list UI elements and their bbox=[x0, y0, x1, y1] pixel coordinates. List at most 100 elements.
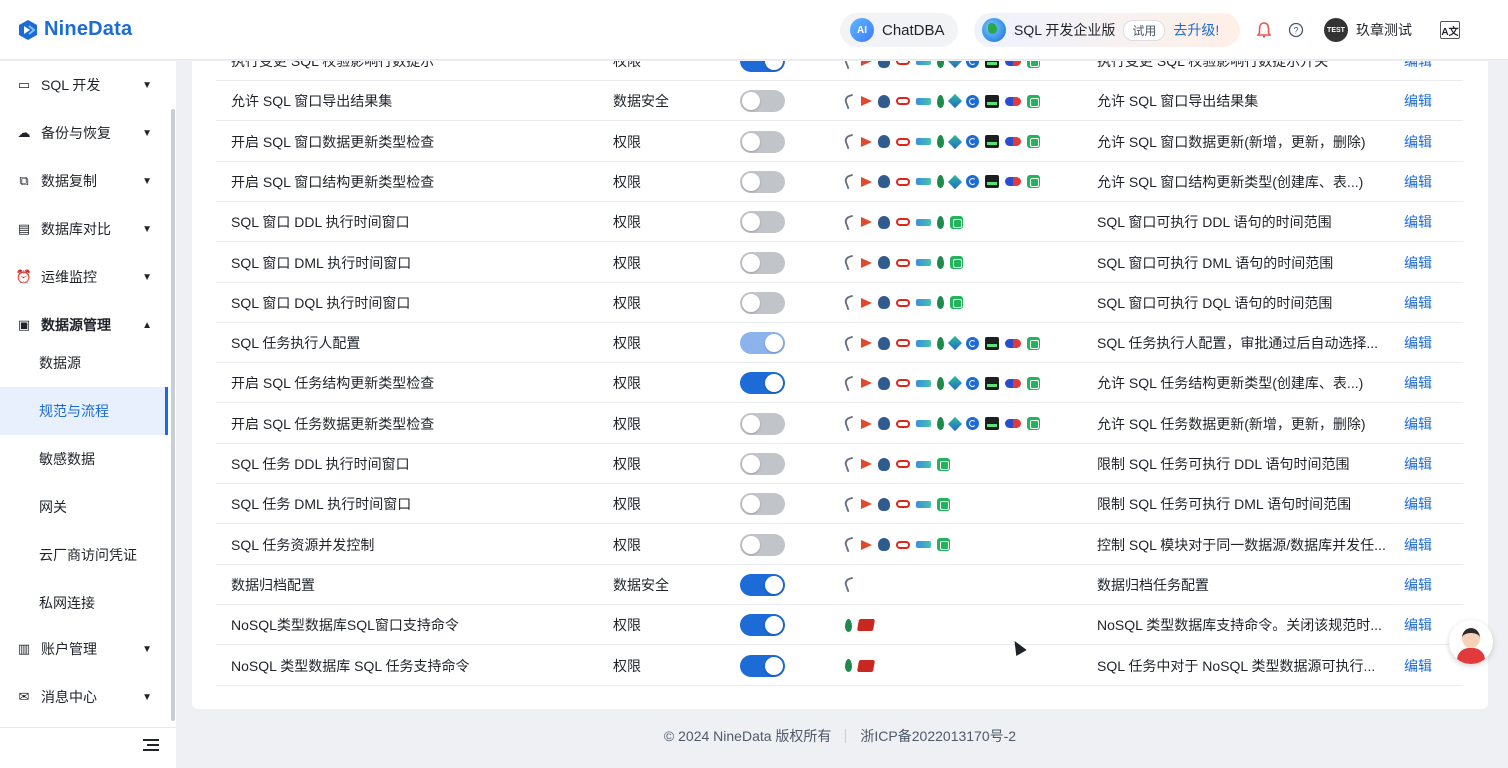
edit-link[interactable]: 编辑 bbox=[1404, 484, 1432, 524]
chevron-down-icon: ▼ bbox=[142, 643, 152, 655]
supported-datasources bbox=[843, 577, 861, 593]
avatar[interactable]: TEST bbox=[1324, 18, 1348, 42]
edit-link[interactable]: 编辑 bbox=[1404, 646, 1432, 686]
cloud-db-icon bbox=[916, 541, 931, 549]
dolphin-db-icon bbox=[843, 496, 857, 513]
rule-toggle[interactable] bbox=[740, 533, 785, 556]
flag-db-icon bbox=[861, 459, 872, 469]
rule-toggle[interactable] bbox=[740, 493, 785, 516]
collapse-sidebar-icon[interactable] bbox=[143, 739, 159, 753]
spiral-db-icon bbox=[966, 94, 979, 108]
rule-description: 控制 SQL 模块对于同一数据源/数据库并发任... bbox=[1097, 536, 1386, 553]
rule-type: 权限 bbox=[613, 536, 641, 553]
rule-toggle[interactable] bbox=[740, 573, 785, 596]
rule-toggle[interactable] bbox=[740, 372, 785, 395]
sidebar-subitem[interactable]: 规范与流程 bbox=[0, 387, 168, 435]
sidebar-item[interactable]: ⏰ 运维监控 ▼ bbox=[0, 253, 168, 301]
terminal-icon: ▭ bbox=[17, 77, 31, 92]
rule-description: 允许 SQL 任务数据更新(新增，更新，删除) bbox=[1097, 415, 1366, 432]
language-switch-icon[interactable]: A文 bbox=[1440, 21, 1460, 39]
oval-db-icon bbox=[896, 258, 910, 267]
chevron-down-icon: ▼ bbox=[142, 223, 152, 235]
edit-link[interactable]: 编辑 bbox=[1404, 81, 1432, 121]
sidebar-subitem[interactable]: 云厂商访问凭证 bbox=[0, 531, 168, 579]
rule-name: SQL 窗口 DQL 执行时间窗口 bbox=[231, 294, 411, 311]
green-db-icon bbox=[937, 497, 950, 511]
user-name[interactable]: 玖章测试 bbox=[1356, 20, 1412, 40]
dolphin-db-icon bbox=[843, 456, 857, 472]
supported-datasources bbox=[843, 254, 969, 271]
sidebar-item[interactable]: ▭ SQL 开发 ▼ bbox=[0, 61, 168, 109]
sidebar-subitem[interactable]: 私网连接 bbox=[0, 579, 168, 627]
sidebar-item[interactable]: ⧉ 数据复制 ▼ bbox=[0, 157, 168, 205]
edit-link[interactable]: 编辑 bbox=[1404, 444, 1432, 484]
edit-link[interactable]: 编辑 bbox=[1404, 525, 1432, 565]
sidebar-item[interactable]: ✉ 消息中心 ▼ bbox=[0, 673, 168, 721]
edit-link[interactable]: 编辑 bbox=[1404, 605, 1432, 645]
green-db-icon bbox=[1027, 94, 1040, 108]
rule-toggle[interactable] bbox=[740, 614, 785, 637]
oval-db-icon bbox=[896, 137, 910, 146]
spiral-db-icon bbox=[966, 376, 979, 390]
edit-link[interactable]: 编辑 bbox=[1404, 162, 1432, 202]
help-icon[interactable]: ? bbox=[1286, 20, 1306, 40]
dolphin-db-icon bbox=[843, 335, 857, 351]
sidebar-scrollbar[interactable] bbox=[171, 109, 175, 721]
datasource-icon: ▣ bbox=[17, 317, 31, 332]
rule-toggle[interactable] bbox=[740, 90, 785, 113]
dolphin-db-icon bbox=[843, 174, 857, 190]
customer-service-button[interactable] bbox=[1449, 620, 1493, 664]
rule-name: NoSQL 类型数据库 SQL 任务支持命令 bbox=[231, 657, 470, 674]
cloud-db-icon bbox=[916, 299, 931, 307]
sidebar-subitem[interactable]: 敏感数据 bbox=[0, 435, 168, 483]
rule-toggle[interactable] bbox=[740, 654, 785, 677]
edit-link[interactable]: 编辑 bbox=[1404, 565, 1432, 605]
sidebar-item[interactable]: ▤ 数据库对比 ▼ bbox=[0, 205, 168, 253]
green-db-icon bbox=[1027, 135, 1040, 149]
edit-link[interactable]: 编辑 bbox=[1404, 202, 1432, 242]
flag-db-icon bbox=[861, 257, 872, 268]
supported-datasources bbox=[843, 335, 1046, 351]
rule-type: 权限 bbox=[613, 496, 641, 513]
rule-description: SQL 窗口可执行 DQL 语句的时间范围 bbox=[1097, 294, 1333, 311]
edit-link[interactable]: 编辑 bbox=[1404, 122, 1432, 162]
edit-link[interactable]: 编辑 bbox=[1404, 243, 1432, 283]
rule-toggle[interactable] bbox=[740, 251, 785, 274]
sidebar-item[interactable]: ☁ 备份与恢复 ▼ bbox=[0, 109, 168, 157]
rule-name: NoSQL类型数据库SQL窗口支持命令 bbox=[231, 617, 459, 634]
edit-link[interactable]: 编辑 bbox=[1404, 283, 1432, 323]
supported-datasources bbox=[843, 93, 1046, 110]
leaf-db-icon bbox=[937, 256, 944, 269]
diamond-db-icon bbox=[947, 134, 963, 149]
elephant-db-icon bbox=[878, 215, 890, 229]
edit-link[interactable]: 编辑 bbox=[1404, 404, 1432, 444]
brand-logo[interactable]: NineData bbox=[16, 18, 132, 42]
rule-toggle[interactable] bbox=[740, 61, 785, 72]
sidebar-subitem[interactable]: 数据源 bbox=[0, 339, 168, 387]
rule-type: 权限 bbox=[613, 657, 641, 674]
upgrade-link[interactable]: 去升级! bbox=[1173, 20, 1219, 40]
edit-link[interactable]: 编辑 bbox=[1404, 363, 1432, 403]
elephant-db-icon bbox=[878, 296, 890, 310]
rule-toggle[interactable] bbox=[740, 211, 785, 234]
sidebar-item-label: 数据库对比 bbox=[41, 221, 111, 237]
leaf-db-icon bbox=[937, 376, 944, 390]
rule-name: SQL 窗口 DDL 执行时间窗口 bbox=[231, 214, 410, 231]
edit-link[interactable]: 编辑 bbox=[1404, 323, 1432, 363]
sidebar-subitem[interactable]: 网关 bbox=[0, 483, 168, 531]
icp-link[interactable]: 浙ICP备2022013170号-2 bbox=[860, 726, 1016, 746]
sidebar-item[interactable]: ▥ 账户管理 ▼ bbox=[0, 625, 168, 673]
edition-banner[interactable]: SQL 开发企业版 试用 去升级! bbox=[974, 13, 1240, 47]
cloud-db-icon bbox=[916, 460, 931, 468]
bell-icon[interactable] bbox=[1254, 20, 1274, 40]
edit-link[interactable]: 编辑 bbox=[1404, 61, 1432, 81]
rule-toggle[interactable] bbox=[740, 412, 785, 435]
flag-db-icon bbox=[861, 96, 872, 107]
svg-text:?: ? bbox=[1293, 26, 1298, 36]
rule-toggle[interactable] bbox=[740, 291, 785, 314]
rule-toggle[interactable] bbox=[740, 130, 785, 153]
chatdba-button[interactable]: AI ChatDBA bbox=[840, 13, 958, 47]
rule-toggle[interactable] bbox=[740, 332, 785, 355]
rule-toggle[interactable] bbox=[740, 453, 785, 475]
rule-toggle[interactable] bbox=[740, 170, 785, 193]
